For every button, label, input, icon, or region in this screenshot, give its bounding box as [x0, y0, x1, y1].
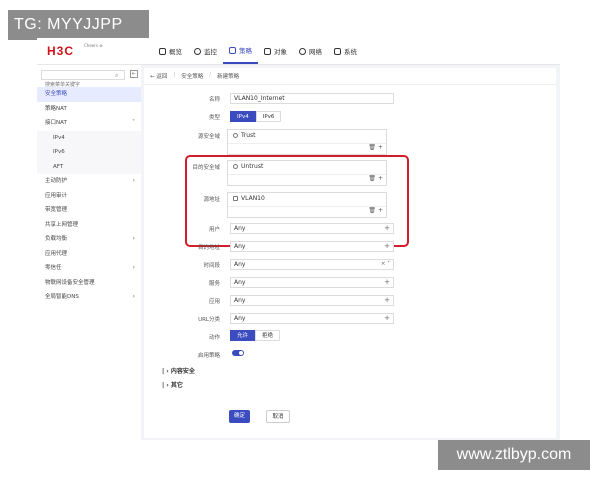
sidebar-item-global-dns[interactable]: 全局智能DNS ›	[37, 290, 141, 305]
brand-logo: H3C	[47, 44, 75, 58]
enable-policy-toggle[interactable]	[232, 350, 244, 356]
brand-sub: Cheers ⊕	[84, 43, 103, 48]
sidebar-menu: 安全策略 策略NAT 接口NAT ˅ IPv4 IPv6 AFT 主动防护 › 应用…	[37, 87, 141, 305]
other-section[interactable]: | › 其它	[162, 380, 183, 389]
add-icon[interactable]: +	[384, 296, 390, 305]
nav-object[interactable]: 对象	[258, 38, 293, 64]
url-category-field[interactable]: Any +	[230, 313, 394, 324]
monitor-icon	[194, 47, 201, 55]
main-panel: ← 返回 | 安全策略 / 新建策略 名称 VLAN10_Internet 类型…	[144, 68, 556, 438]
system-icon	[334, 47, 341, 55]
delete-icon[interactable]: 🗑	[368, 144, 376, 151]
network-icon	[299, 47, 306, 55]
sidebar-item-load-balance[interactable]: 负载均衡 ›	[37, 232, 141, 247]
chevron-right-icon: ›	[132, 177, 135, 184]
chevron-right-icon: ›	[132, 235, 135, 242]
dest-zone-field[interactable]: Untrust 🗑 +	[227, 160, 387, 186]
action-label: 动作	[208, 335, 220, 341]
nav-network[interactable]: 网络	[293, 38, 328, 64]
watermark-top-left: TG: MYYJJPP	[8, 10, 149, 40]
search-icon[interactable]: ⌕	[115, 72, 118, 80]
chevron-right-icon: ›	[132, 293, 135, 300]
top-nav: 概览 监控 策略 对象 网络 系统	[153, 38, 363, 64]
application-label: 应用	[208, 299, 220, 305]
nav-overview[interactable]: 概览	[153, 38, 188, 64]
sidebar-item-zero-trust[interactable]: 零信任 ›	[37, 261, 141, 276]
zone-icon	[233, 163, 238, 169]
top-bar: H3C Cheers ⊕ 概览 监控 策略 对象 网络 系统	[37, 38, 560, 65]
nav-policy[interactable]: 策略	[223, 38, 258, 64]
source-address-label: 源地址	[203, 197, 220, 203]
type-selector: IPv4 IPv6	[230, 111, 282, 122]
back-link[interactable]: ← 返回	[150, 72, 167, 80]
user-label: 用户	[208, 227, 220, 233]
object-icon	[264, 47, 271, 55]
add-icon[interactable]: +	[378, 207, 383, 214]
source-zone-label: 源安全域	[197, 134, 220, 140]
policy-icon	[229, 46, 236, 54]
type-ipv4-option[interactable]: IPv4	[230, 111, 256, 122]
url-category-label: URL分类	[198, 317, 220, 323]
action-deny-option[interactable]: 拒绝	[255, 330, 281, 341]
sidebar-item-interface-nat[interactable]: 接口NAT ˅	[37, 116, 141, 131]
cancel-button[interactable]: 取消	[266, 410, 290, 423]
add-icon[interactable]: +	[384, 242, 390, 251]
add-icon[interactable]: +	[378, 175, 383, 182]
action-selector: 允许 拒绝	[230, 330, 281, 341]
sidebar-item-aft[interactable]: AFT	[37, 159, 141, 174]
sidebar-item-ipv6[interactable]: IPv6	[37, 145, 141, 160]
enable-policy-label: 启用策略	[197, 353, 220, 359]
sidebar-item-policy-nat[interactable]: 策略NAT	[37, 102, 141, 117]
source-zone-field[interactable]: Trust 🗑 +	[227, 129, 387, 155]
sidebar-item-security-policy[interactable]: 安全策略	[37, 87, 141, 102]
add-icon[interactable]: +	[384, 314, 390, 323]
chevron-down-icon[interactable]: × ˅	[381, 260, 390, 269]
delete-icon[interactable]: 🗑	[368, 175, 376, 182]
zone-icon	[233, 132, 238, 138]
type-label: 类型	[208, 115, 220, 121]
menu-search: ⌕	[41, 70, 125, 89]
name-label: 名称	[208, 97, 220, 103]
ok-button[interactable]: 确定	[229, 410, 250, 423]
dest-address-label: 目的地址	[197, 245, 220, 251]
sidebar-item-app-audit[interactable]: 应用审计	[37, 189, 141, 204]
chevron-right-icon: ›	[132, 264, 135, 271]
chevron-down-icon: ˅	[132, 119, 135, 126]
breadcrumb-current: 新建策略	[217, 74, 240, 80]
delete-icon[interactable]: 🗑	[368, 207, 376, 214]
nav-system[interactable]: 系统	[328, 38, 363, 64]
add-icon[interactable]: +	[384, 278, 390, 287]
time-range-select[interactable]: Any × ˅	[230, 259, 394, 270]
action-allow-option[interactable]: 允许	[230, 330, 256, 341]
dest-address-field[interactable]: Any +	[230, 241, 394, 252]
user-field[interactable]: Any +	[230, 223, 394, 234]
time-range-label: 时间段	[203, 263, 220, 269]
add-icon[interactable]: +	[378, 144, 383, 151]
nav-monitor[interactable]: 监控	[188, 38, 223, 64]
address-icon	[233, 195, 238, 201]
dest-zone-label: 目的安全域	[192, 165, 220, 171]
name-input[interactable]: VLAN10_Internet	[230, 93, 394, 104]
breadcrumb-parent[interactable]: 安全策略	[181, 72, 203, 80]
watermark-bottom-right: www.ztlbyp.com	[438, 440, 590, 470]
sidebar-item-ipv4[interactable]: IPv4	[37, 130, 141, 145]
add-icon[interactable]: +	[384, 224, 390, 233]
application-field[interactable]: Any +	[230, 295, 394, 306]
collapse-sidebar-icon[interactable]: ⇤	[130, 70, 138, 78]
service-field[interactable]: Any +	[230, 277, 394, 288]
source-address-field[interactable]: VLAN10 🗑 +	[227, 192, 387, 218]
sidebar-item-shared-access[interactable]: 共享上网管理	[37, 218, 141, 233]
sidebar-item-active-protection[interactable]: 主动防护 ›	[37, 174, 141, 189]
sidebar-item-bandwidth[interactable]: 带宽管理	[37, 203, 141, 218]
service-label: 服务	[208, 281, 220, 287]
overview-icon	[159, 47, 166, 55]
content-security-section[interactable]: | › 内容安全	[162, 366, 195, 375]
breadcrumb: ← 返回 | 安全策略 / 新建策略	[150, 72, 240, 80]
type-ipv6-option[interactable]: IPv6	[255, 111, 282, 122]
sidebar-item-iot-security[interactable]: 物联网设备安全管理	[37, 276, 141, 291]
sidebar-item-app-proxy[interactable]: 应用代理	[37, 247, 141, 262]
sidebar: ⌕ ⇤ 安全策略 策略NAT 接口NAT˅ IPv4 IPv6 AFT 主动防护…	[37, 65, 141, 440]
